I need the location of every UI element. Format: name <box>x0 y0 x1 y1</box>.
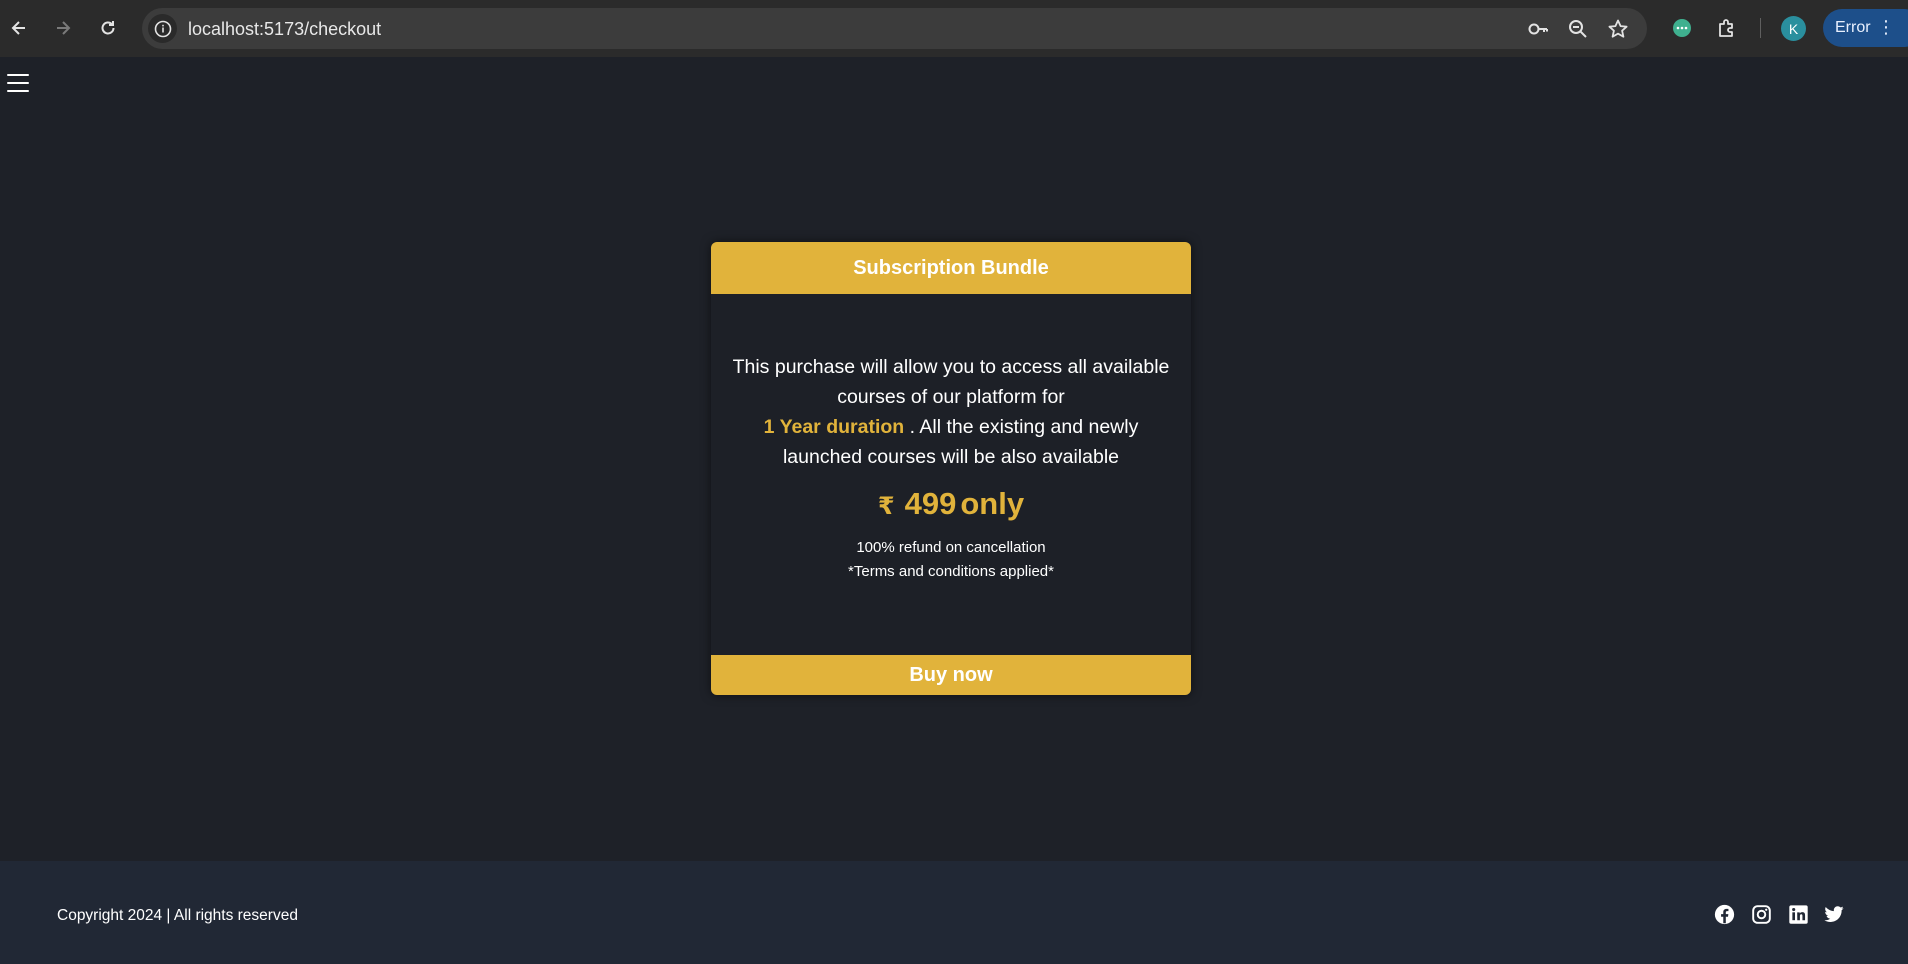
forward-icon[interactable] <box>48 13 78 43</box>
back-icon[interactable] <box>4 13 34 43</box>
zoom-icon[interactable] <box>1566 17 1590 41</box>
terms-line: *Terms and conditions applied* <box>848 563 1054 580</box>
price-display: ₹ 499 only <box>729 486 1173 522</box>
password-key-icon[interactable] <box>1526 17 1550 41</box>
duration-highlight: 1 Year duration <box>763 416 905 438</box>
address-bar[interactable]: localhost:5173/checkout <box>142 8 1647 49</box>
profile-avatar[interactable]: K <box>1781 16 1806 41</box>
footer: Copyright 2024 | All rights reserved <box>0 861 1908 964</box>
rupee-icon: ₹ <box>877 493 895 520</box>
instagram-icon[interactable] <box>1750 903 1772 925</box>
refund-line: 100% refund on cancellation <box>856 539 1046 556</box>
description-text: This purchase will allow you to access a… <box>732 356 1170 408</box>
facebook-icon[interactable] <box>1713 903 1735 925</box>
site-info-icon[interactable] <box>148 14 177 43</box>
card-title: Subscription Bundle <box>711 242 1191 294</box>
copyright-text: Copyright 2024 | All rights reserved <box>57 907 298 924</box>
refund-info: 100% refund on cancellation *Terms and c… <box>729 536 1173 584</box>
linkedin-icon[interactable] <box>1787 903 1809 925</box>
toolbar-separator <box>1760 18 1761 38</box>
price-suffix: only <box>960 486 1025 521</box>
error-label: Error <box>1835 19 1871 36</box>
card-body: This purchase will allow you to access a… <box>711 352 1191 584</box>
twitter-icon[interactable] <box>1823 903 1845 925</box>
card-description: This purchase will allow you to access a… <box>729 352 1173 472</box>
price-amount: 499 <box>904 486 957 521</box>
extensions-puzzle-icon[interactable] <box>1713 14 1741 42</box>
extension-chat-icon[interactable] <box>1668 14 1696 42</box>
bookmark-star-icon[interactable] <box>1606 17 1630 41</box>
subscription-card: Subscription Bundle This purchase will a… <box>711 242 1191 695</box>
reload-icon[interactable] <box>93 13 123 43</box>
error-button[interactable]: Error ⋮ <box>1823 9 1908 47</box>
menu-dots-icon[interactable]: ⋮ <box>1877 18 1895 36</box>
browser-toolbar: localhost:5173/checkout K Error ⋮ <box>0 0 1908 57</box>
buy-now-button[interactable]: Buy now <box>711 655 1191 695</box>
url-text[interactable]: localhost:5173/checkout <box>188 19 381 40</box>
hamburger-menu-icon[interactable] <box>7 74 29 92</box>
